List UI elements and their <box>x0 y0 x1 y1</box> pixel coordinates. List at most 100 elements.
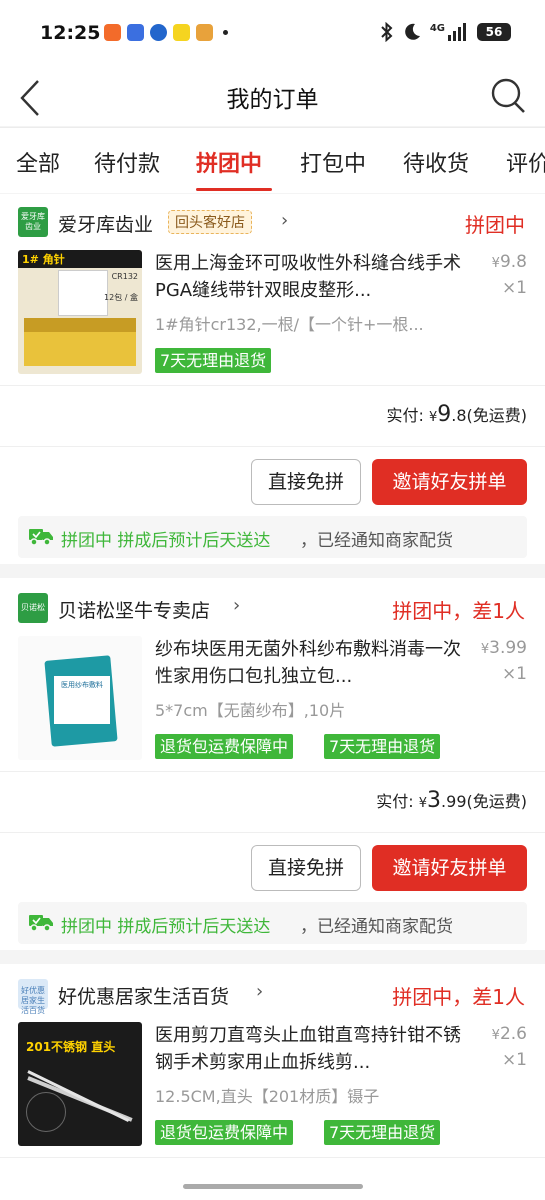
product-quantity: ×1 <box>501 664 527 684</box>
order-status: 拼团中，差1人 <box>392 985 525 1009</box>
tab-packing[interactable]: 打包中 <box>300 146 366 178</box>
product-title[interactable]: 纱布块医用无菌外科纱布敷料消毒一次性家用伤口包扎独立包... <box>155 636 475 690</box>
product-image[interactable]: 1# 角针 CR132 12包 / 盒 <box>18 250 142 374</box>
product-sku: 12.5CM,直头【201材质】镊子 <box>155 1087 380 1106</box>
price-symbol: ¥ <box>491 1028 500 1043</box>
paid-decimal: .8 <box>451 406 467 425</box>
notice-status: 拼团中 拼成后预计后天送达 <box>61 531 271 551</box>
product-image-code: CR132 <box>111 272 138 281</box>
paid-symbol: ¥ <box>418 796 428 811</box>
paid-decimal: .99 <box>441 792 467 811</box>
status-indicators: 4G 56 <box>380 22 511 42</box>
nav-bar: 我的订单 <box>0 66 545 126</box>
product-title[interactable]: 医用剪刀直弯头止血钳直弯持针钳不锈钢手术剪家用止血拆线剪... <box>155 1022 475 1076</box>
order-tabs: 全部 待付款 拼团中 打包中 待收货 评价 <box>0 127 545 193</box>
shop-name[interactable]: 爱牙库齿业 <box>58 210 153 237</box>
app-notification-icon <box>127 24 144 41</box>
shop-name[interactable]: 好优惠居家生活百货 <box>58 982 229 1009</box>
chevron-right-icon[interactable]: › <box>256 981 263 1002</box>
battery-icon: 56 <box>477 23 511 41</box>
network-type: 4G <box>429 22 445 34</box>
page-title: 我的订单 <box>226 87 319 113</box>
paid-integer: 3 <box>427 788 442 813</box>
product-title[interactable]: 医用上海金环可吸收性外科缝合线手术PGA缝线带针双眼皮整形... <box>155 250 475 304</box>
price-value: 9.8 <box>499 252 527 272</box>
invite-friends-button[interactable]: 邀请好友拼单 <box>372 459 527 505</box>
divider <box>0 446 545 447</box>
paid-symbol: ¥ <box>428 410 438 425</box>
product-image-label: 1# 角针 <box>22 253 65 266</box>
status-time: 12:25 <box>40 22 101 44</box>
paid-note: (免运费) <box>466 792 528 811</box>
product-image-pack: 12包 / 盒 <box>104 293 138 302</box>
tab-pending-receipt[interactable]: 待收货 <box>403 146 469 178</box>
shop-name[interactable]: 贝诺松坚牛专卖店 <box>58 596 210 623</box>
tab-pending-payment[interactable]: 待付款 <box>94 146 160 178</box>
invite-friends-button[interactable]: 邀请好友拼单 <box>372 845 527 891</box>
paid-label: 实付: <box>386 406 424 425</box>
shop-badge: 回头客好店 <box>168 210 252 234</box>
chevron-right-icon[interactable]: › <box>233 595 240 616</box>
shop-logo[interactable]: 爱牙库齿业 <box>18 207 48 237</box>
notice-detail: ，已经通知商家配货 <box>300 917 453 937</box>
divider <box>0 832 545 833</box>
product-sku: 5*7cm【无菌纱布】,10片 <box>155 701 346 720</box>
product-image-label: 201不锈钢 直头 <box>26 1040 116 1054</box>
app-notification-icon <box>196 24 213 41</box>
shop-logo[interactable]: 贝诺松 <box>18 593 48 623</box>
product-image[interactable]: 201不锈钢 直头 <box>18 1022 142 1146</box>
direct-buy-button[interactable]: 直接免拼 <box>251 459 361 505</box>
order-card: 贝诺松 贝诺松坚牛专卖店 › 拼团中，差1人 医用纱布敷料 纱布块医用无菌外科纱… <box>0 578 545 950</box>
service-tag: 退货包运费保障中 <box>155 1120 294 1145</box>
product-sku: 1#角针cr132,一根/【一个针+一根... <box>155 315 424 334</box>
service-tag: 7天无理由退货 <box>324 734 441 759</box>
price-value: 3.99 <box>489 638 527 658</box>
status-app-icons <box>104 24 228 41</box>
product-price: ¥9.8 <box>492 252 527 272</box>
delivery-notice: 拼团中 拼成后预计后天送达 ，已经通知商家配货 <box>18 516 527 558</box>
product-price: ¥2.6 <box>492 1024 527 1044</box>
search-button[interactable] <box>487 74 529 116</box>
price-value: 2.6 <box>499 1024 527 1044</box>
search-icon <box>491 78 525 113</box>
truck-icon <box>29 915 53 932</box>
tab-all[interactable]: 全部 <box>16 146 60 178</box>
paid-amount: 实付: ¥9.8(免运费) <box>386 402 527 427</box>
delivery-notice: 拼团中 拼成后预计后天送达 ，已经通知商家配货 <box>18 902 527 944</box>
paid-amount: 实付: ¥3.99(免运费) <box>376 788 527 813</box>
home-indicator[interactable] <box>183 1184 363 1189</box>
service-tag: 7天无理由退货 <box>324 1120 441 1145</box>
app-notification-icon <box>173 24 190 41</box>
bluetooth-icon <box>381 22 393 42</box>
order-status: 拼团中 <box>465 213 525 237</box>
tab-group-buying[interactable]: 拼团中 <box>196 146 262 178</box>
product-image[interactable]: 医用纱布敷料 <box>18 636 142 760</box>
product-image-label: 医用纱布敷料 <box>61 681 103 689</box>
more-notifications-dot <box>223 30 228 35</box>
divider <box>0 385 545 386</box>
divider <box>0 1157 545 1158</box>
signal-icon <box>448 23 466 41</box>
service-tag: 退货包运费保障中 <box>155 734 294 759</box>
shop-logo[interactable]: 好优惠居家生活百货 <box>18 979 48 1015</box>
chevron-right-icon[interactable]: › <box>281 210 288 231</box>
divider <box>0 771 545 772</box>
moon-icon <box>405 23 420 40</box>
app-notification-icon <box>150 24 167 41</box>
order-card: 好优惠居家生活百货 好优惠居家生活百货 › 拼团中，差1人 201不锈钢 直头 … <box>0 964 545 1200</box>
price-symbol: ¥ <box>491 256 500 271</box>
product-quantity: ×1 <box>501 278 527 298</box>
notice-status: 拼团中 拼成后预计后天送达 <box>61 917 271 937</box>
active-tab-indicator <box>196 188 272 191</box>
paid-label: 实付: <box>376 792 414 811</box>
price-symbol: ¥ <box>480 642 490 657</box>
app-notification-icon <box>104 24 121 41</box>
truck-icon <box>29 529 53 546</box>
direct-buy-button[interactable]: 直接免拼 <box>251 845 361 891</box>
service-tag: 7天无理由退货 <box>155 348 272 373</box>
notice-detail: ，已经通知商家配货 <box>300 531 453 551</box>
paid-integer: 9 <box>437 402 452 427</box>
tab-review[interactable]: 评价 <box>506 146 545 178</box>
order-card: 爱牙库齿业 爱牙库齿业 回头客好店 › 拼团中 1# 角针 CR132 12包 … <box>0 194 545 564</box>
product-quantity: ×1 <box>501 1050 527 1070</box>
